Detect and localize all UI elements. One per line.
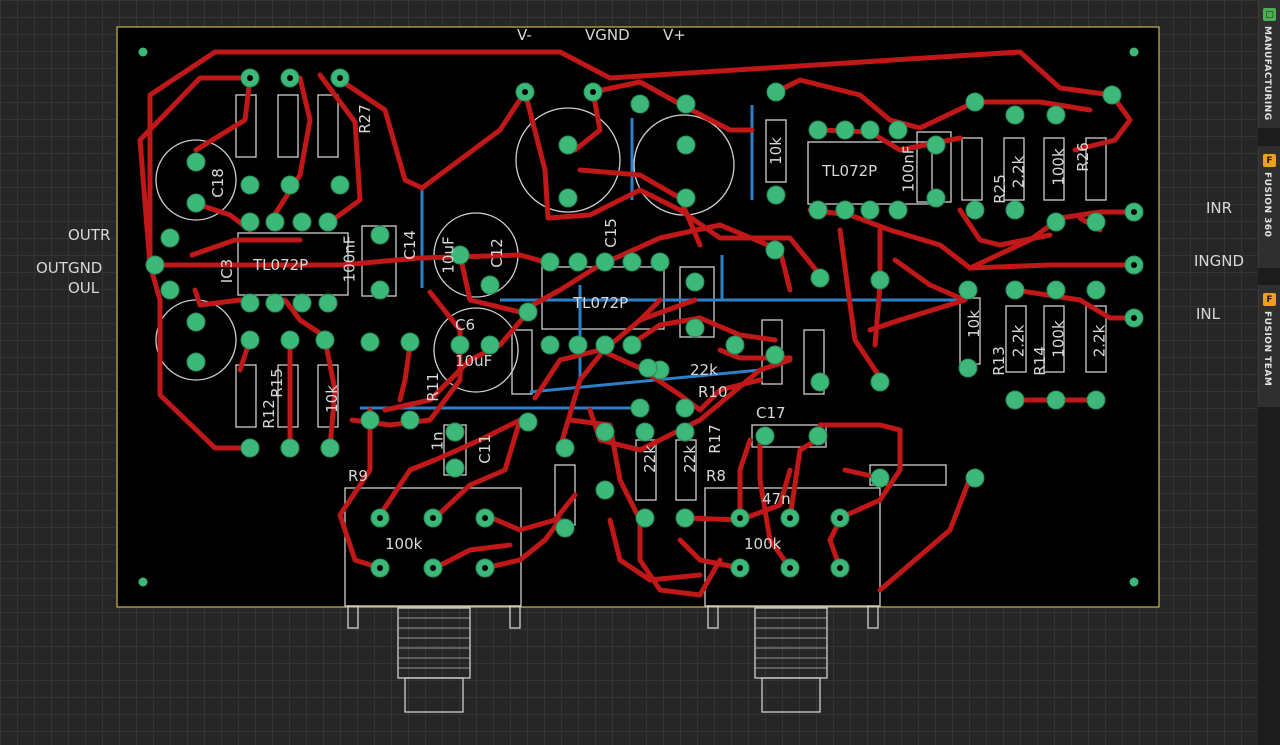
label-outr: OUTR (68, 226, 111, 244)
tab-fusion-360-label: FUSION 360 (1262, 172, 1272, 238)
label-r25: R25 (990, 174, 1009, 204)
label-r10: R10 (698, 383, 728, 401)
label-c12: C12 (487, 238, 506, 268)
label-val-22k-2: 22k (680, 445, 699, 473)
manufacturing-icon: ▢ (1263, 8, 1276, 21)
label-pot-r9: R9 (348, 467, 368, 485)
label-val-22k-3: 22k (690, 361, 718, 379)
tab-fusion-360[interactable]: F FUSION 360 (1258, 146, 1280, 268)
label-val-10k-3: 10k (964, 310, 983, 338)
label-inl: INL (1196, 305, 1221, 323)
label-oul: OUL (68, 279, 100, 297)
label-val-100nf-1: 100nF (340, 235, 359, 283)
label-r12: R12 (259, 399, 278, 429)
label-outgnd: OUTGND (36, 259, 103, 277)
label-r14: R14 (1030, 346, 1049, 376)
label-val-1n: 1n (428, 431, 447, 451)
label-val-100k-1: 100k (1049, 320, 1068, 358)
label-v-minus: V- (517, 26, 532, 44)
tab-manufacturing-label: MANUFACTURING (1262, 26, 1272, 121)
label-pot-r8-value: 100k (744, 535, 782, 553)
tab-manufacturing[interactable]: ▢ MANUFACTURING (1258, 0, 1280, 128)
label-r27: R27 (355, 104, 374, 134)
label-c17: C17 (756, 404, 786, 422)
tab-fusion-team[interactable]: F FUSION TEAM (1258, 285, 1280, 407)
label-r15: R15 (267, 368, 286, 398)
label-ingnd: INGND (1194, 252, 1245, 270)
label-val-2-2k-3: 2.2k (1090, 324, 1109, 358)
label-inr: INR (1206, 199, 1233, 217)
label-ic3: IC3 (218, 258, 237, 284)
label-v-plus: V+ (663, 26, 686, 44)
board-canvas[interactable]: V- VGND V+ OUTR OUTGND OUL INR INGND INL… (0, 0, 1258, 745)
pcb-layout[interactable] (0, 0, 1258, 745)
label-val-10k-1: 10k (322, 385, 341, 413)
label-vgnd: VGND (585, 26, 630, 44)
label-r26: R26 (1073, 142, 1092, 172)
label-val-100nf-2: 100nF (899, 145, 918, 193)
label-r17: R17 (705, 424, 724, 454)
label-val-47n: 47n (762, 490, 791, 508)
fusion-team-icon: F (1263, 293, 1276, 306)
label-tl072-right: TL072P (822, 162, 878, 180)
fusion-360-icon: F (1263, 154, 1276, 167)
label-c11: C11 (475, 434, 494, 464)
label-tl072-left: TL072P (253, 256, 309, 274)
tab-fusion-team-label: FUSION TEAM (1262, 311, 1272, 387)
label-c18: C18 (208, 168, 227, 198)
label-c6: C6 (455, 316, 476, 334)
label-r11: R11 (423, 372, 442, 402)
label-val-2-2k-2: 2.2k (1009, 324, 1028, 358)
right-side-panel: ▢ MANUFACTURING F FUSION 360 F FUSION TE… (1258, 0, 1280, 745)
label-val-10uf-1: 10uF (439, 236, 458, 274)
label-val-100k-2: 100k (1049, 148, 1068, 186)
label-pot-r8: R8 (706, 467, 726, 485)
label-c14: C14 (400, 230, 419, 260)
label-val-10k-2: 10k (766, 137, 785, 165)
label-val-22k-1: 22k (640, 445, 659, 473)
label-c15: C15 (601, 218, 620, 248)
label-tl072-mid: TL072P (573, 294, 629, 312)
label-pot-r9-value: 100k (385, 535, 423, 553)
label-r13: R13 (989, 346, 1008, 376)
label-val-2-2k-1: 2.2k (1009, 155, 1028, 189)
label-val-10uf-2: 10uF (455, 352, 493, 370)
